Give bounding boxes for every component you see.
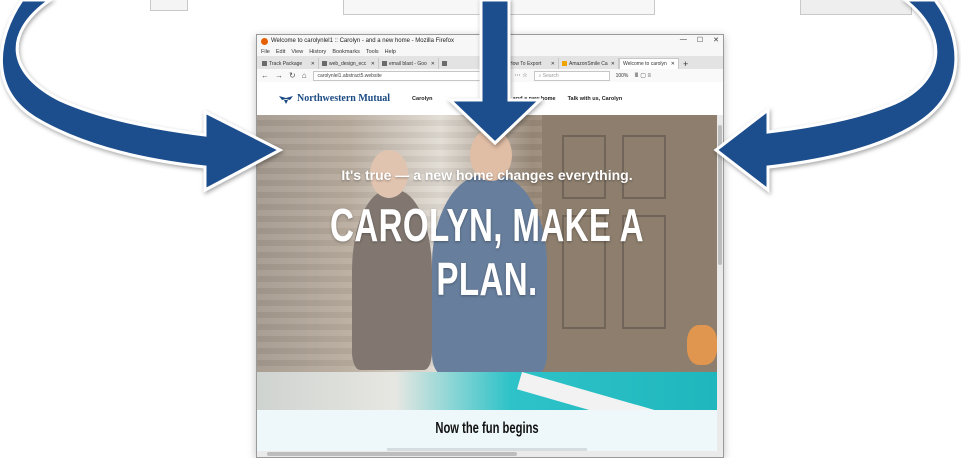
library-icon[interactable]: Ⅲ ▢ ≡ bbox=[634, 72, 651, 79]
tab-welcome-carolyn[interactable]: Welcome to carolyn ✕ bbox=[619, 58, 679, 69]
reload-icon[interactable]: ↻ bbox=[289, 71, 296, 80]
tab-favicon-icon bbox=[322, 61, 327, 66]
tab-email-blast[interactable]: email blast - Goo ✕ bbox=[379, 58, 439, 69]
partial-window-left bbox=[150, 0, 188, 11]
site-nav: Carolyn n - and a new home Talk with us,… bbox=[412, 96, 622, 102]
web-page: Northwestern Mutual Carolyn n - and a ne… bbox=[257, 82, 723, 457]
menu-bookmarks[interactable]: Bookmarks bbox=[332, 49, 360, 55]
horizontal-scrollbar[interactable] bbox=[257, 451, 717, 457]
partial-window-center bbox=[343, 0, 655, 15]
tab-label: How To Export bbox=[509, 60, 542, 67]
section-title: Now the fun begins bbox=[435, 420, 539, 437]
search-placeholder: Search bbox=[542, 72, 559, 79]
tab-track-package[interactable]: Track Package ✕ bbox=[259, 58, 319, 69]
tab-web-design[interactable]: web_design_ecc ✕ bbox=[319, 58, 379, 69]
tab-favicon-icon bbox=[502, 61, 507, 66]
eagle-logo-icon bbox=[279, 95, 293, 104]
url-text: carolynlel1.abstract5.website bbox=[317, 72, 382, 79]
paintbrush-image bbox=[517, 372, 667, 410]
window-controls: — ☐ ✕ bbox=[680, 36, 719, 44]
url-bar[interactable]: carolynlel1.abstract5.website bbox=[312, 70, 509, 81]
navigation-bar: ← → ↻ ⌂ carolynlel1.abstract5.website ⋯ … bbox=[257, 69, 723, 83]
tab-close-icon[interactable]: ✕ bbox=[551, 61, 555, 67]
hero-title: CAROLYN, MAKE A PLAN. bbox=[330, 199, 644, 305]
tab-how-to-export[interactable]: How To Export ✕ bbox=[499, 58, 559, 69]
nav-new-home[interactable]: n - and a new home bbox=[505, 96, 556, 102]
nav-carolyn[interactable]: Carolyn bbox=[412, 96, 432, 102]
tab-label: email blast - Goo bbox=[389, 60, 427, 67]
menu-file[interactable]: File bbox=[261, 49, 270, 55]
vertical-scroll-thumb[interactable] bbox=[718, 125, 722, 265]
menu-bar: File Edit View History Bookmarks Tools H… bbox=[257, 47, 723, 56]
hero-banner: It's true — a new home changes everythin… bbox=[257, 115, 717, 372]
section-card: Now the fun begins bbox=[257, 410, 717, 457]
home-icon[interactable]: ⌂ bbox=[302, 71, 307, 80]
tab-label: Welcome to carolyn bbox=[623, 61, 667, 67]
tab-favicon-icon bbox=[442, 61, 447, 66]
tab-label: Track Package bbox=[269, 60, 303, 67]
maximize-button[interactable]: ☐ bbox=[697, 36, 703, 44]
tab-bar: Track Package ✕ web_design_ecc ✕ email bla… bbox=[257, 56, 723, 69]
back-icon[interactable]: ← bbox=[261, 71, 269, 80]
tab-close-icon[interactable]: ✕ bbox=[371, 61, 375, 67]
brand-name: Northwestern Mutual bbox=[297, 93, 391, 104]
menu-help[interactable]: Help bbox=[385, 49, 396, 55]
search-input[interactable]: ⌕ Search bbox=[533, 70, 610, 81]
nav-talk-with-us[interactable]: Talk with us, Carolyn bbox=[568, 96, 623, 102]
tab-close-icon[interactable]: ✕ bbox=[311, 61, 315, 67]
close-button[interactable]: ✕ bbox=[713, 36, 719, 44]
menu-view[interactable]: View bbox=[291, 49, 303, 55]
tab-amazonsmile[interactable]: AmazonSmile Ca ✕ bbox=[559, 58, 619, 69]
page-actions-icon[interactable]: ⋯ ☆ bbox=[515, 72, 528, 79]
vertical-scrollbar[interactable] bbox=[717, 115, 723, 457]
tab-hidden[interactable] bbox=[439, 58, 499, 69]
partial-window-right bbox=[800, 0, 912, 15]
right-curved-arrow bbox=[713, 0, 958, 194]
zoom-level[interactable]: 100% bbox=[616, 73, 629, 79]
menu-tools[interactable]: Tools bbox=[366, 49, 379, 55]
tab-favicon-icon bbox=[382, 61, 387, 66]
browser-window: Welcome to carolynlel1 :: Carolyn - and … bbox=[256, 34, 724, 458]
window-title: Welcome to carolynlel1 :: Carolyn - and … bbox=[271, 38, 454, 44]
paint-strip-image bbox=[257, 372, 717, 410]
horizontal-scroll-thumb[interactable] bbox=[267, 452, 517, 456]
tab-close-icon[interactable]: ✕ bbox=[671, 61, 675, 67]
tab-close-icon[interactable]: ✕ bbox=[431, 61, 435, 67]
menu-edit[interactable]: Edit bbox=[276, 49, 285, 55]
tab-favicon-icon bbox=[262, 61, 267, 66]
tab-label: web_design_ecc bbox=[329, 60, 367, 67]
firefox-icon bbox=[261, 37, 268, 45]
title-bar: Welcome to carolynlel1 :: Carolyn - and … bbox=[257, 35, 723, 47]
menu-history[interactable]: History bbox=[309, 49, 326, 55]
site-header: Northwestern Mutual Carolyn n - and a ne… bbox=[257, 82, 723, 115]
left-curved-arrow bbox=[0, 0, 284, 193]
tab-favicon-icon bbox=[562, 61, 567, 66]
new-tab-button[interactable]: + bbox=[679, 59, 692, 69]
forward-icon[interactable]: → bbox=[275, 71, 283, 80]
tab-close-icon[interactable]: ✕ bbox=[611, 61, 615, 67]
tab-label: AmazonSmile Ca bbox=[569, 60, 608, 67]
minimize-button[interactable]: — bbox=[680, 36, 687, 44]
brand-logo[interactable]: Northwestern Mutual bbox=[279, 93, 390, 104]
hero-subtitle: It's true — a new home changes everythin… bbox=[341, 167, 633, 183]
